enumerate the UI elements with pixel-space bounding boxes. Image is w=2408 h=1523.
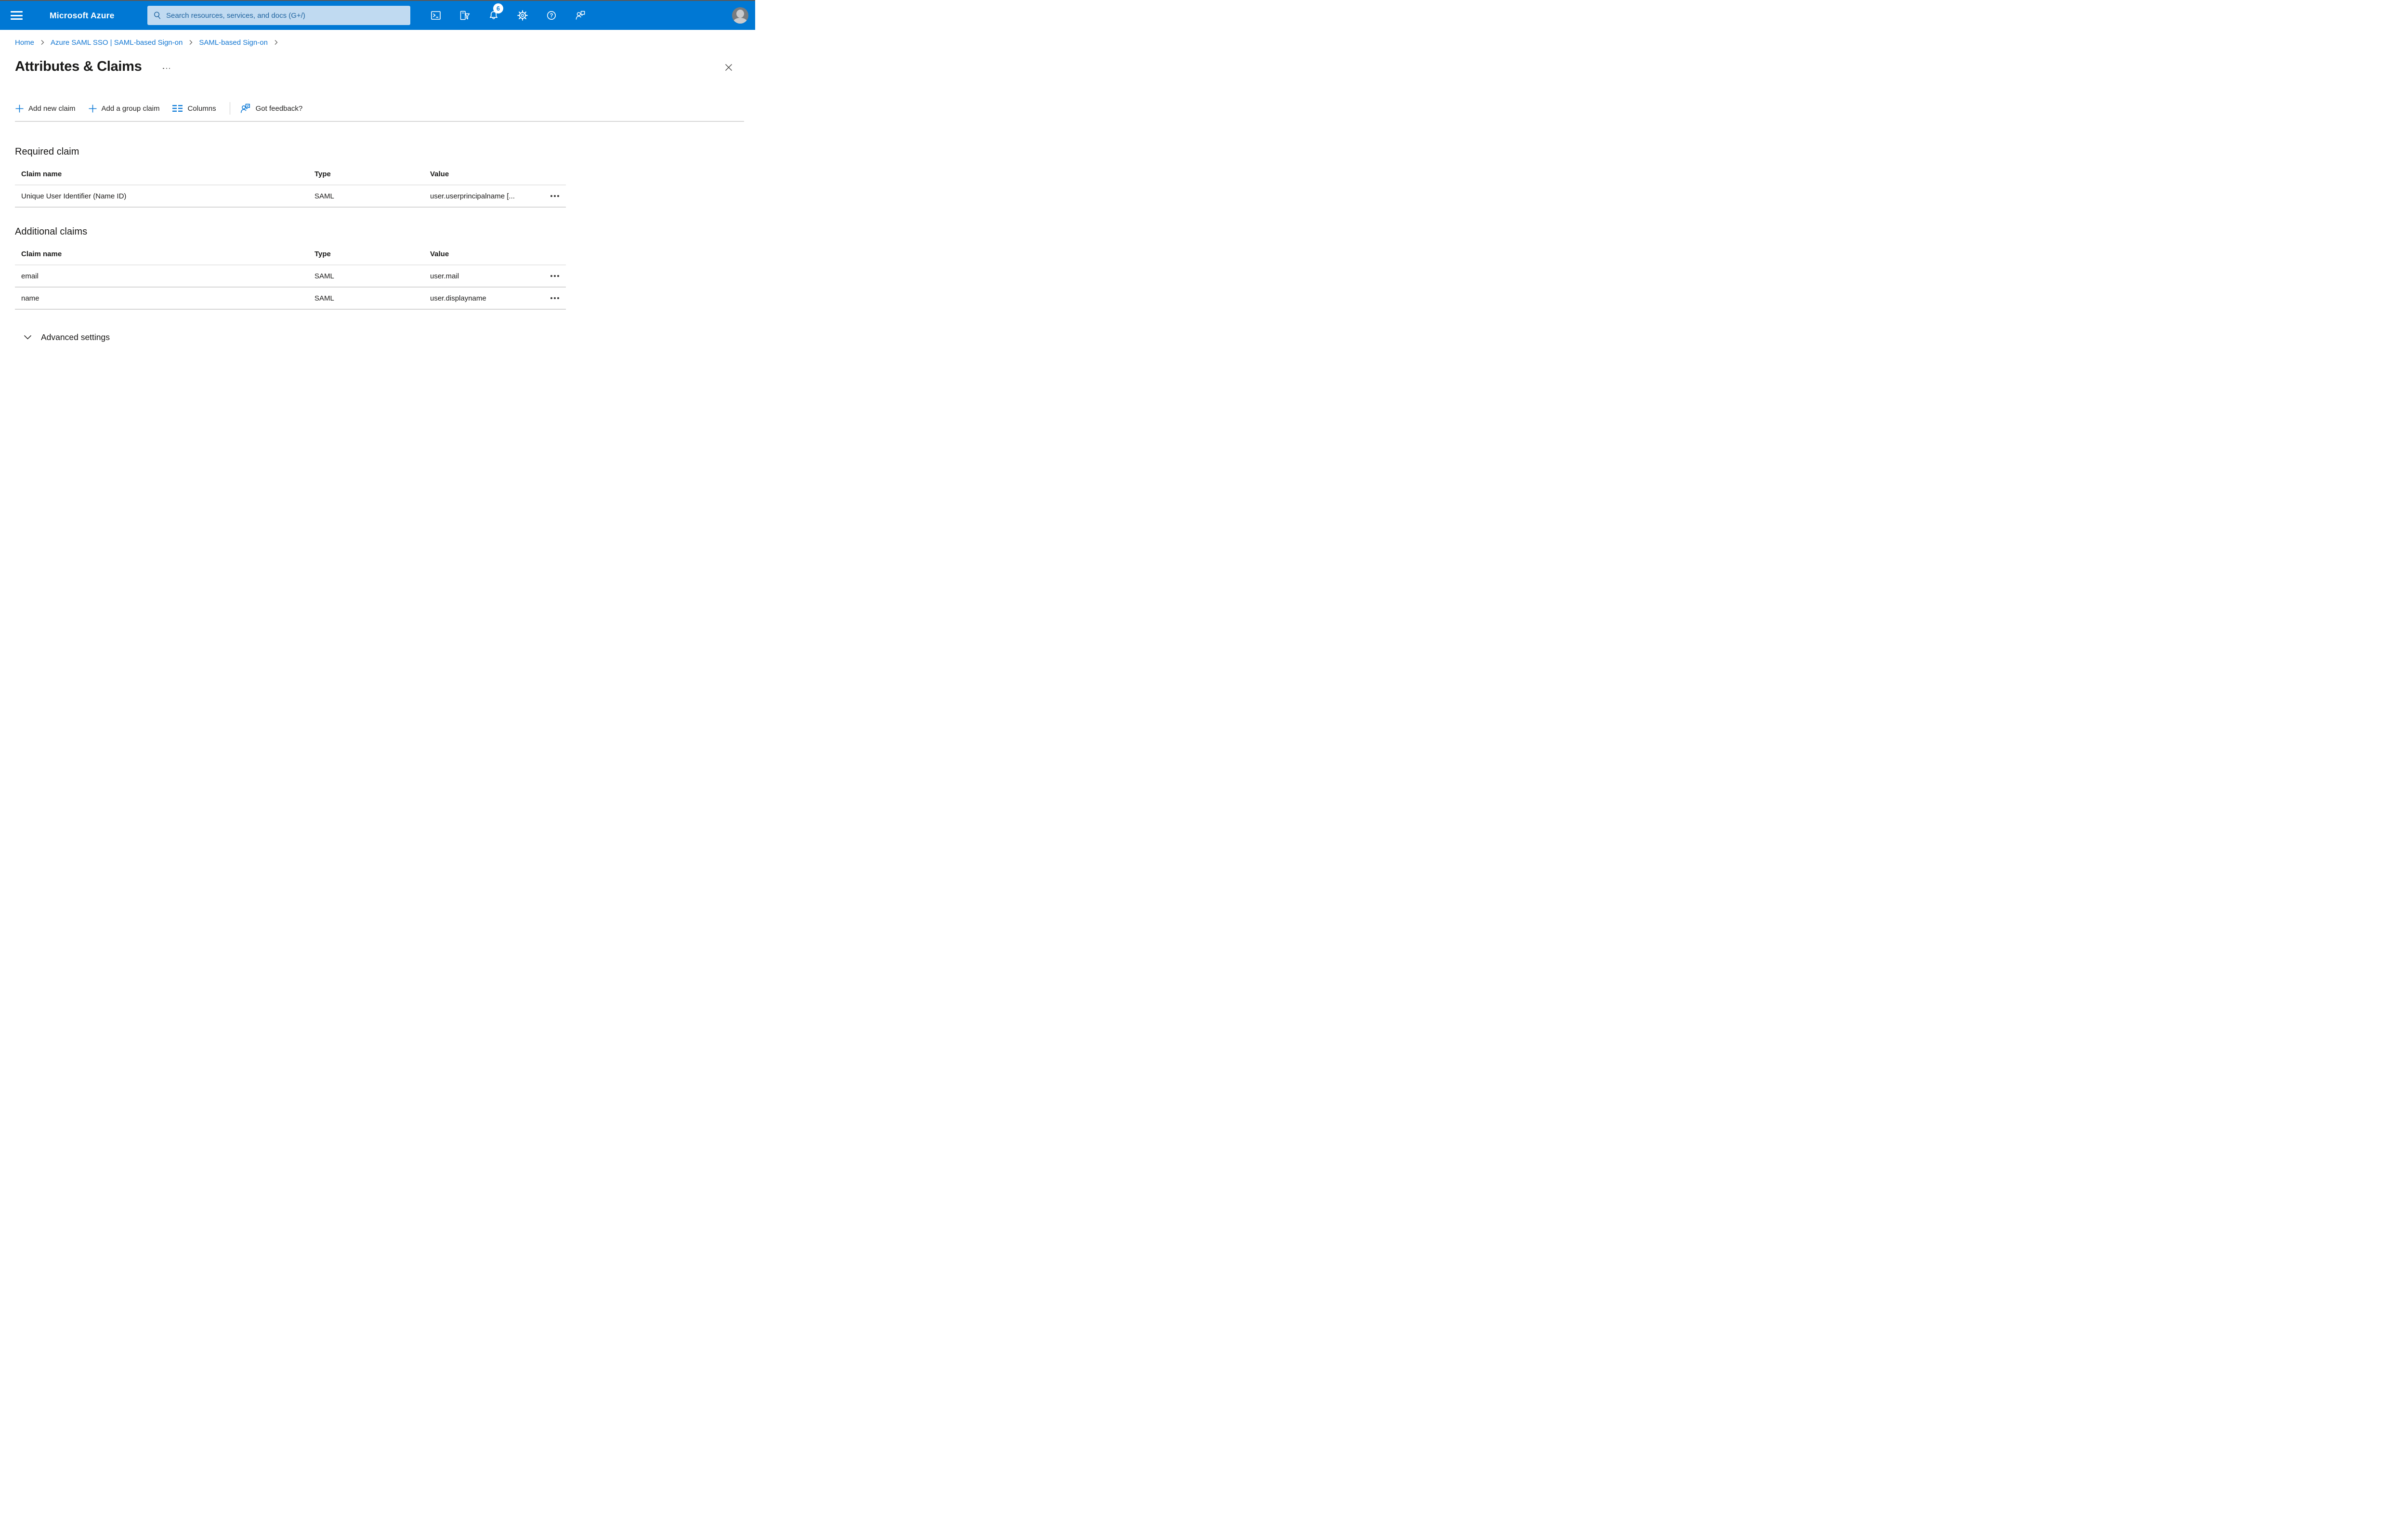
help-button[interactable]: ? bbox=[542, 6, 561, 25]
directory-filter-icon bbox=[460, 11, 470, 20]
add-group-claim-button[interactable]: Add a group claim bbox=[88, 104, 159, 113]
table-row[interactable]: email SAML user.mail bbox=[15, 265, 566, 288]
page-overflow-menu-icon[interactable] bbox=[163, 64, 170, 69]
column-header-type: Type bbox=[314, 250, 331, 258]
claim-name-cell: name bbox=[21, 294, 39, 302]
toolbar-divider bbox=[15, 121, 744, 122]
page-content: Home Azure SAML SSO | SAML-based Sign-on… bbox=[0, 30, 755, 342]
row-menu-icon[interactable] bbox=[537, 195, 566, 197]
columns-icon bbox=[172, 103, 183, 114]
chevron-right-icon bbox=[39, 39, 45, 46]
value-cell: user.displayname bbox=[430, 294, 486, 302]
svg-text:?: ? bbox=[550, 13, 553, 19]
brand-title[interactable]: Microsoft Azure bbox=[50, 1, 115, 30]
page-title: Attributes & Claims bbox=[15, 58, 142, 74]
feedback-button[interactable] bbox=[571, 6, 590, 25]
avatar[interactable] bbox=[732, 7, 748, 24]
avatar-head-shape bbox=[736, 10, 744, 18]
column-header-claim-name: Claim name bbox=[21, 250, 62, 258]
close-icon bbox=[725, 64, 732, 71]
table-row[interactable]: Unique User Identifier (Name ID) SAML us… bbox=[15, 185, 566, 208]
breadcrumb-app-link[interactable]: Azure SAML SSO | SAML-based Sign-on bbox=[51, 39, 183, 47]
cloud-shell-button[interactable] bbox=[426, 6, 445, 25]
feedback-icon bbox=[576, 11, 585, 20]
claim-name-cell: email bbox=[21, 272, 39, 280]
title-row: Attributes & Claims bbox=[15, 57, 755, 76]
directory-filter-button[interactable] bbox=[455, 6, 474, 25]
required-claims-table: Claim name Type Value Unique User Identi… bbox=[15, 170, 566, 208]
column-header-type: Type bbox=[314, 170, 331, 178]
close-button[interactable] bbox=[723, 62, 734, 73]
azure-top-bar: Microsoft Azure Search resources, servic… bbox=[0, 1, 755, 30]
hamburger-menu-icon[interactable] bbox=[11, 11, 23, 20]
search-icon bbox=[154, 12, 161, 19]
claim-name-cell: Unique User Identifier (Name ID) bbox=[21, 192, 127, 200]
plus-icon bbox=[15, 104, 24, 113]
chevron-down-icon bbox=[23, 332, 33, 342]
column-header-value: Value bbox=[430, 250, 449, 258]
value-cell: user.userprincipalname [... bbox=[430, 192, 515, 200]
help-icon: ? bbox=[547, 11, 556, 20]
row-menu-icon[interactable] bbox=[537, 275, 566, 277]
value-cell: user.mail bbox=[430, 272, 459, 280]
type-cell: SAML bbox=[314, 272, 334, 280]
add-new-claim-button[interactable]: Add new claim bbox=[15, 104, 76, 113]
column-header-claim-name: Claim name bbox=[21, 170, 62, 178]
additional-claims-heading: Additional claims bbox=[15, 226, 88, 237]
advanced-settings-toggle[interactable]: Advanced settings bbox=[15, 332, 755, 342]
column-header-value: Value bbox=[430, 170, 449, 178]
breadcrumb-signon-link[interactable]: SAML-based Sign-on bbox=[199, 39, 268, 47]
type-cell: SAML bbox=[314, 294, 334, 302]
topbar-icon-group: 6 ? bbox=[426, 3, 590, 25]
got-feedback-button[interactable]: Got feedback? bbox=[239, 103, 302, 115]
feedback-icon bbox=[239, 103, 251, 115]
advanced-settings-label: Advanced settings bbox=[41, 332, 110, 342]
chevron-right-icon bbox=[188, 39, 194, 46]
search-input[interactable] bbox=[166, 11, 405, 20]
notifications-button[interactable]: 6 bbox=[484, 3, 503, 25]
cloud-shell-icon bbox=[431, 11, 441, 20]
breadcrumb: Home Azure SAML SSO | SAML-based Sign-on… bbox=[15, 38, 755, 47]
command-bar: Add new claim Add a group claim Columns bbox=[15, 101, 755, 116]
plus-icon bbox=[88, 104, 97, 113]
global-search[interactable] bbox=[147, 6, 410, 25]
table-header-row: Claim name Type Value bbox=[15, 170, 566, 185]
additional-claims-table: Claim name Type Value email SAML user.ma… bbox=[15, 250, 566, 310]
columns-button[interactable]: Columns bbox=[172, 103, 216, 114]
type-cell: SAML bbox=[314, 192, 334, 200]
required-claim-heading: Required claim bbox=[15, 146, 79, 157]
breadcrumb-home-link[interactable]: Home bbox=[15, 39, 34, 47]
settings-button[interactable] bbox=[513, 6, 532, 25]
settings-gear-icon bbox=[517, 10, 528, 21]
table-header-row: Claim name Type Value bbox=[15, 250, 566, 265]
table-row[interactable]: name SAML user.displayname bbox=[15, 288, 566, 310]
notification-count-badge: 6 bbox=[493, 3, 503, 13]
chevron-right-icon bbox=[273, 39, 279, 46]
avatar-shoulders-shape bbox=[733, 18, 747, 24]
row-menu-icon[interactable] bbox=[537, 297, 566, 299]
